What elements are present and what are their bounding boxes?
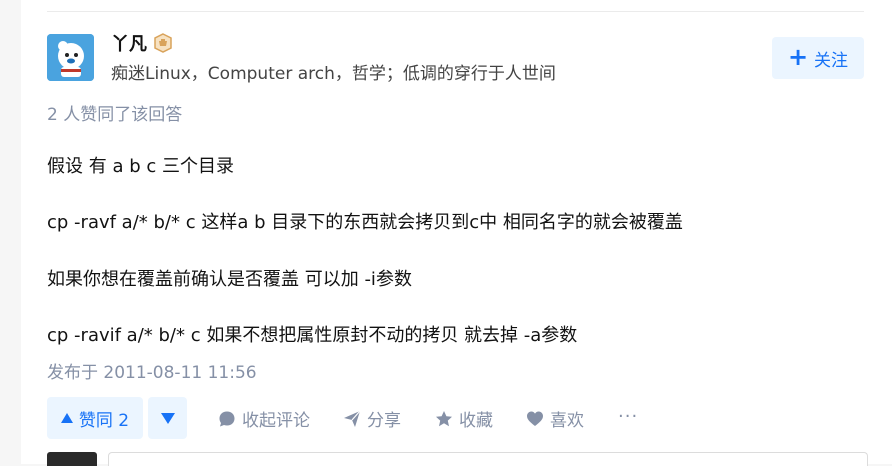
collapse-comments-button[interactable]: 收起评论 — [218, 406, 310, 431]
share-icon — [344, 410, 361, 427]
plus-icon: + — [787, 43, 809, 71]
publish-time[interactable]: 发布于 2011-08-11 11:56 — [47, 358, 257, 383]
vote-down-button[interactable] — [148, 397, 187, 439]
vote-up-button[interactable]: 赞同 2 — [47, 397, 143, 439]
star-icon — [436, 410, 452, 426]
answer-paragraph: 如果你想在覆盖前确认是否覆盖 可以加 -i参数 — [47, 269, 412, 290]
share-label: 分享 — [367, 411, 401, 431]
answer-paragraph: cp -ravf a/* b/* c 这样a b 目录下的东西就会拷贝到c中 相… — [47, 212, 683, 233]
comment-icon — [219, 411, 235, 426]
more-icon: ··· — [618, 406, 639, 427]
badge-icon — [153, 33, 173, 53]
avatar[interactable] — [47, 34, 94, 81]
share-button[interactable]: 分享 — [343, 406, 401, 431]
follow-button[interactable]: + 关注 — [772, 37, 864, 79]
more-button[interactable]: ··· — [618, 406, 638, 427]
divider — [47, 11, 864, 12]
like-label: 喜欢 — [550, 411, 584, 431]
favorite-button[interactable]: 收藏 — [435, 406, 493, 431]
upvote-count-text: 2 人赞同了该回答 — [47, 105, 183, 125]
avatar-icon — [47, 34, 94, 81]
comment-label: 收起评论 — [242, 411, 310, 431]
heart-icon — [527, 411, 543, 426]
author-bio: 痴迷Linux，Computer arch，哲学；低调的穿行于人世间 — [111, 64, 556, 84]
answer-paragraph: cp -ravif a/* b/* c 如果不想把属性原封不动的拷贝 就去掉 -… — [47, 325, 578, 346]
vote-up-label: 赞同 2 — [78, 410, 130, 431]
like-button[interactable]: 喜欢 — [526, 406, 584, 431]
answer-paragraph: 假设 有 a b c 三个目录 — [47, 156, 234, 177]
favorite-label: 收藏 — [459, 411, 493, 431]
triangle-down-icon — [160, 412, 175, 424]
author-name[interactable]: 丫凡 — [111, 30, 147, 56]
triangle-up-icon — [60, 413, 73, 423]
follow-label: 关注 — [814, 50, 849, 71]
